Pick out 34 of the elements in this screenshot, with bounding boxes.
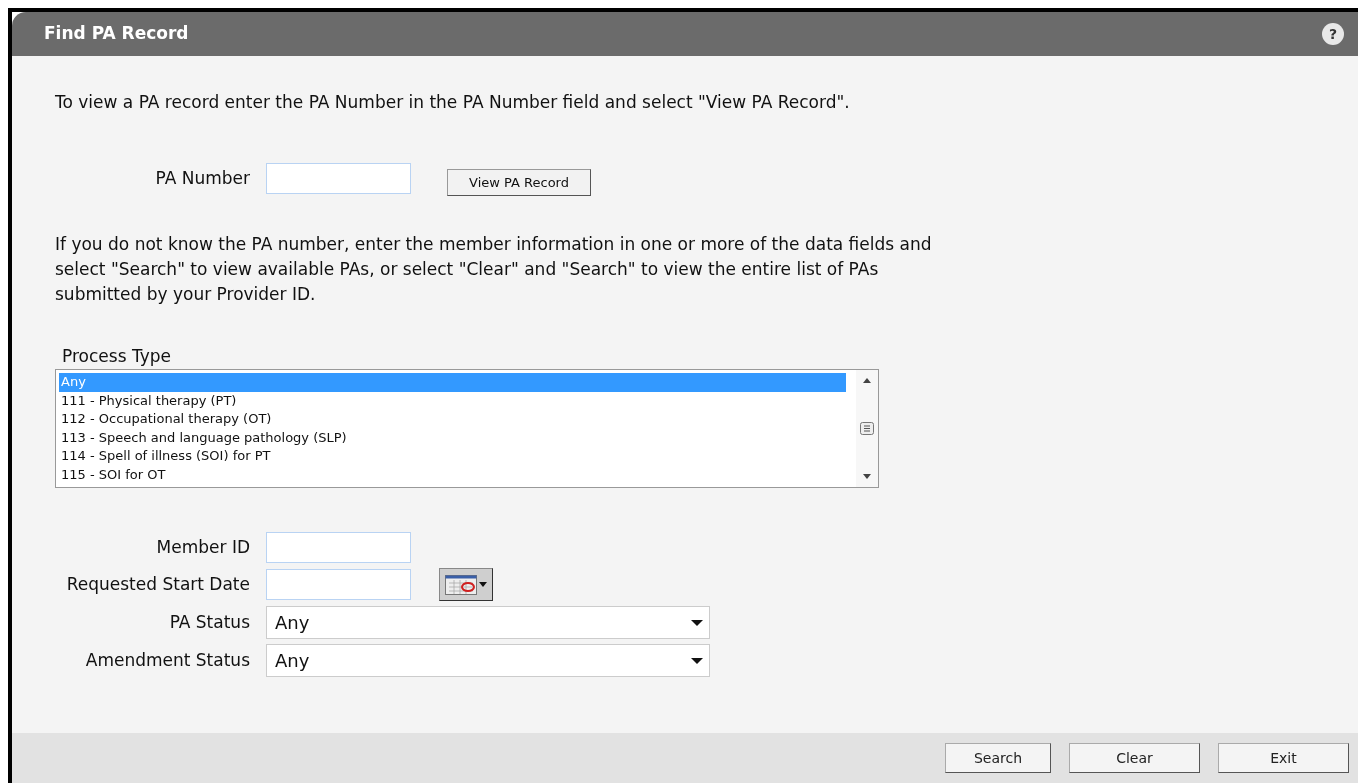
footer-button[interactable]: Clear — [1069, 743, 1200, 773]
pa-number-field[interactable] — [266, 163, 411, 194]
calendar-icon — [445, 574, 477, 595]
scroll-thumb-icon[interactable] — [860, 422, 874, 435]
instructions-text: If you do not know the PA number, enter the member information in one or more of the data fields and select "Search" to view available PAs, or select "Clear" and "Search" to view the entire list of PAs submitted by your Provider ID. — [55, 233, 933, 306]
caret-icon — [691, 619, 703, 626]
scroll-down-icon[interactable] — [863, 474, 871, 479]
process-type-listbox[interactable]: Any 111 - Physical therapy (PT) 112 - Occupational therapy (OT) 113 - Speech and language pathology (SLP) 114 - Spell of illness (SOI) for PT 115 - SOI for OT — [55, 369, 879, 488]
field-label: Amendment Status — [84, 648, 251, 672]
field-label: Member ID — [155, 535, 251, 559]
scroll-up-icon[interactable] — [863, 378, 871, 383]
calendar-button[interactable] — [439, 568, 493, 601]
field-label: PA Number — [154, 166, 251, 190]
process-type-label: Process Type — [62, 345, 172, 367]
date-field[interactable] — [266, 569, 411, 600]
field-label: Requested Start Date — [65, 572, 251, 596]
intro-text: To view a PA record enter the PA Number in the PA Number field and select "View PA Record". — [55, 91, 851, 114]
caret-icon — [479, 582, 487, 587]
dropdown[interactable]: Any — [266, 606, 710, 639]
view-pa-record-button[interactable]: View PA Record — [447, 169, 591, 196]
list-option[interactable]: 112 - Occupational therapy (OT) — [59, 410, 846, 429]
footer-button[interactable]: Search — [945, 743, 1051, 773]
help-button[interactable]: ? — [1322, 23, 1344, 45]
footer-button[interactable]: Exit — [1218, 743, 1349, 773]
field-label: PA Status — [168, 610, 251, 634]
window-title: Find PA Record — [44, 22, 189, 46]
list-option[interactable]: 115 - SOI for OT — [59, 465, 846, 484]
list-option[interactable]: 111 - Physical therapy (PT) — [59, 391, 846, 410]
scrollbar[interactable] — [856, 370, 878, 487]
list-option[interactable]: 114 - Spell of illness (SOI) for PT — [59, 447, 846, 466]
list-option[interactable]: 113 - Speech and language pathology (SLP) — [59, 428, 846, 447]
caret-icon — [691, 657, 703, 664]
input-field[interactable] — [266, 532, 411, 563]
dropdown[interactable]: Any — [266, 644, 710, 677]
